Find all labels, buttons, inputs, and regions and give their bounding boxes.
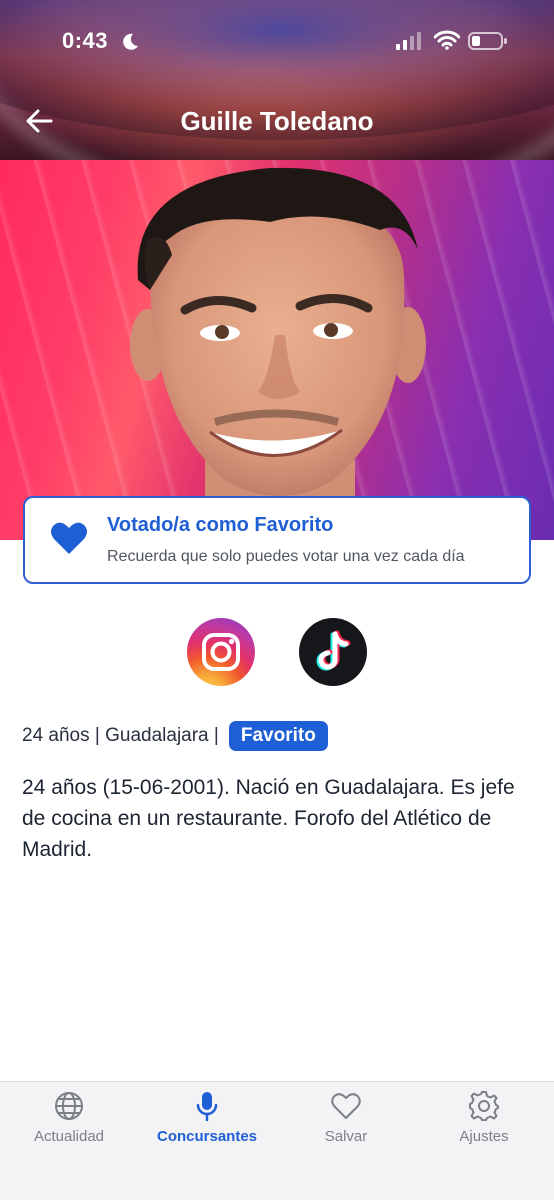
tab-label: Salvar bbox=[324, 1128, 368, 1145]
tiktok-icon bbox=[316, 630, 351, 671]
microphone-icon bbox=[196, 1092, 218, 1122]
tab-label: Ajustes bbox=[459, 1128, 509, 1145]
heart-icon bbox=[51, 522, 87, 554]
tab-ajustes[interactable]: Ajustes bbox=[415, 1090, 553, 1154]
heart-outline-icon bbox=[331, 1093, 361, 1119]
status-bar: 0:43 bbox=[0, 0, 554, 80]
contestant-photo bbox=[0, 160, 554, 540]
instagram-button[interactable] bbox=[187, 618, 255, 686]
wifi-icon bbox=[434, 30, 460, 50]
vote-confirmation-card: Votado/a como Favorito Recuerda que solo… bbox=[23, 496, 531, 584]
tab-actualidad[interactable]: Actualidad bbox=[0, 1090, 138, 1154]
tiktok-button[interactable] bbox=[299, 618, 367, 686]
age-city-text: 24 años | Guadalajara | bbox=[22, 725, 219, 746]
moon-icon bbox=[123, 33, 138, 50]
tab-concursantes[interactable]: Concursantes bbox=[138, 1090, 276, 1154]
signal-icon bbox=[396, 32, 421, 50]
gear-icon bbox=[469, 1091, 499, 1121]
instagram-icon bbox=[202, 633, 240, 671]
favorite-badge: Favorito bbox=[228, 721, 328, 751]
page-title: Guille Toledano bbox=[180, 106, 374, 136]
contestant-bio: 24 años (15-06-2001). Nació en Guadalaja… bbox=[22, 776, 515, 861]
status-time: 0:43 bbox=[62, 28, 109, 53]
vote-title: Votado/a como Favorito bbox=[107, 514, 334, 536]
tab-salvar[interactable]: Salvar bbox=[277, 1090, 415, 1154]
globe-icon bbox=[55, 1092, 83, 1120]
vote-subtitle: Recuerda que solo puedes votar una vez c… bbox=[107, 548, 465, 565]
tab-label: Concursantes bbox=[156, 1128, 258, 1145]
contestant-portrait bbox=[130, 167, 426, 540]
profile-meta: 24 años | Guadalajara | Favorito bbox=[22, 720, 328, 752]
tab-bar: Actualidad Concursantes Salvar Ajustes bbox=[0, 1081, 554, 1200]
battery-icon bbox=[468, 32, 507, 50]
navigation-bar: Guille Toledano bbox=[0, 90, 554, 154]
tab-label: Actualidad bbox=[33, 1128, 105, 1145]
